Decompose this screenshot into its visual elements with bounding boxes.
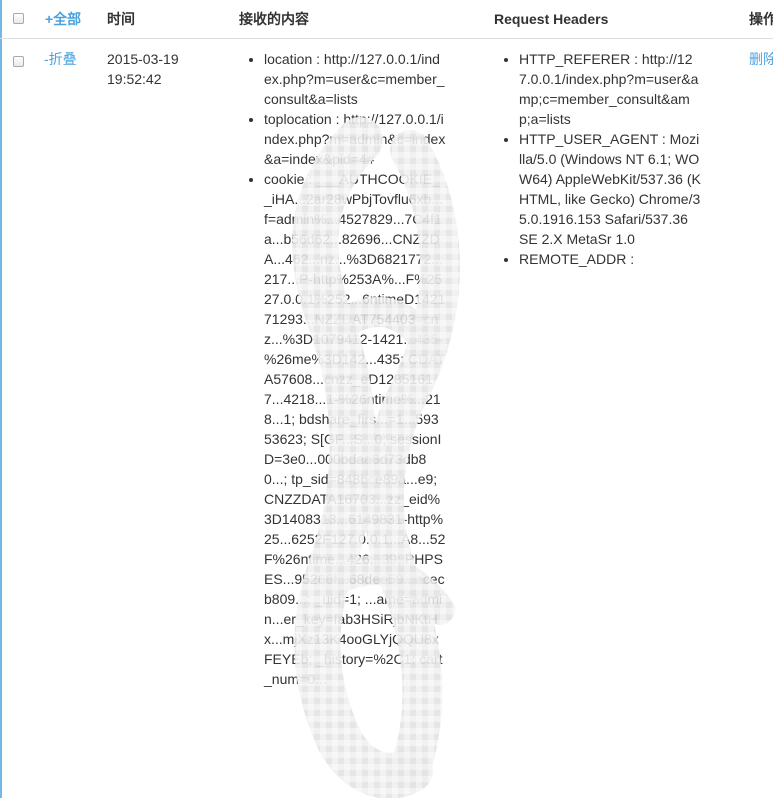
row-toggle-cell: -折叠 [44, 39, 107, 690]
row-checkbox-icon[interactable] [13, 56, 24, 67]
records-table: +全部 时间 接收的内容 Request Headers 操作 -折叠 2015… [0, 0, 773, 689]
request-header-item: HTTP_REFERER : http://127.0.0.1/index.ph… [519, 49, 701, 129]
row-select-cell [0, 39, 44, 690]
table-body: -折叠 2015-03-19 19:52:42 location : http:… [0, 39, 773, 690]
row-request-headers-cell: HTTP_REFERER : http://127.0.0.1/index.ph… [494, 39, 749, 690]
table-header: +全部 时间 接收的内容 Request Headers 操作 [0, 0, 773, 39]
row-received-content-cell: location : http://127.0.0.1/index.php?m=… [239, 39, 494, 690]
received-content-list: location : http://127.0.0.1/index.php?m=… [239, 49, 494, 689]
request-header-item: HTTP_USER_AGENT : Mozilla/5.0 (Windows N… [519, 129, 701, 249]
page-frame: +全部 时间 接收的内容 Request Headers 操作 -折叠 2015… [0, 0, 773, 798]
received-content-item: location : http://127.0.0.1/index.php?m=… [264, 49, 446, 109]
received-content-header: 接收的内容 [239, 11, 309, 27]
row-actions-cell: 删除 [749, 39, 773, 690]
request-header-item: REMOTE_ADDR : [519, 249, 701, 269]
row-toggle-link[interactable]: -折叠 [44, 51, 77, 67]
request-headers-list: HTTP_REFERER : http://127.0.0.1/index.ph… [494, 49, 749, 269]
row-time-date: 2015-03-19 [107, 51, 179, 67]
select-all-cell [0, 0, 44, 39]
time-header: 时间 [107, 11, 135, 27]
delete-link[interactable]: 删除 [749, 49, 773, 69]
table-header-row: +全部 时间 接收的内容 Request Headers 操作 [0, 0, 773, 39]
toggle-all-link[interactable]: +全部 [45, 0, 81, 38]
table-row: -折叠 2015-03-19 19:52:42 location : http:… [0, 39, 773, 690]
row-time-cell: 2015-03-19 19:52:42 [107, 39, 239, 690]
actions-header: 操作 [749, 11, 773, 27]
received-content-item: toplocation : http://127.0.0.1/index.php… [264, 109, 446, 169]
received-content-item: cookie : ___AUTHCOOKIE__iHA...2ar28wPbjT… [264, 169, 446, 689]
request-headers-header: Request Headers [494, 11, 609, 27]
toggle-all-cell: +全部 [44, 0, 107, 39]
row-time-clock: 19:52:42 [107, 71, 162, 87]
select-all-checkbox-icon[interactable] [13, 13, 24, 24]
